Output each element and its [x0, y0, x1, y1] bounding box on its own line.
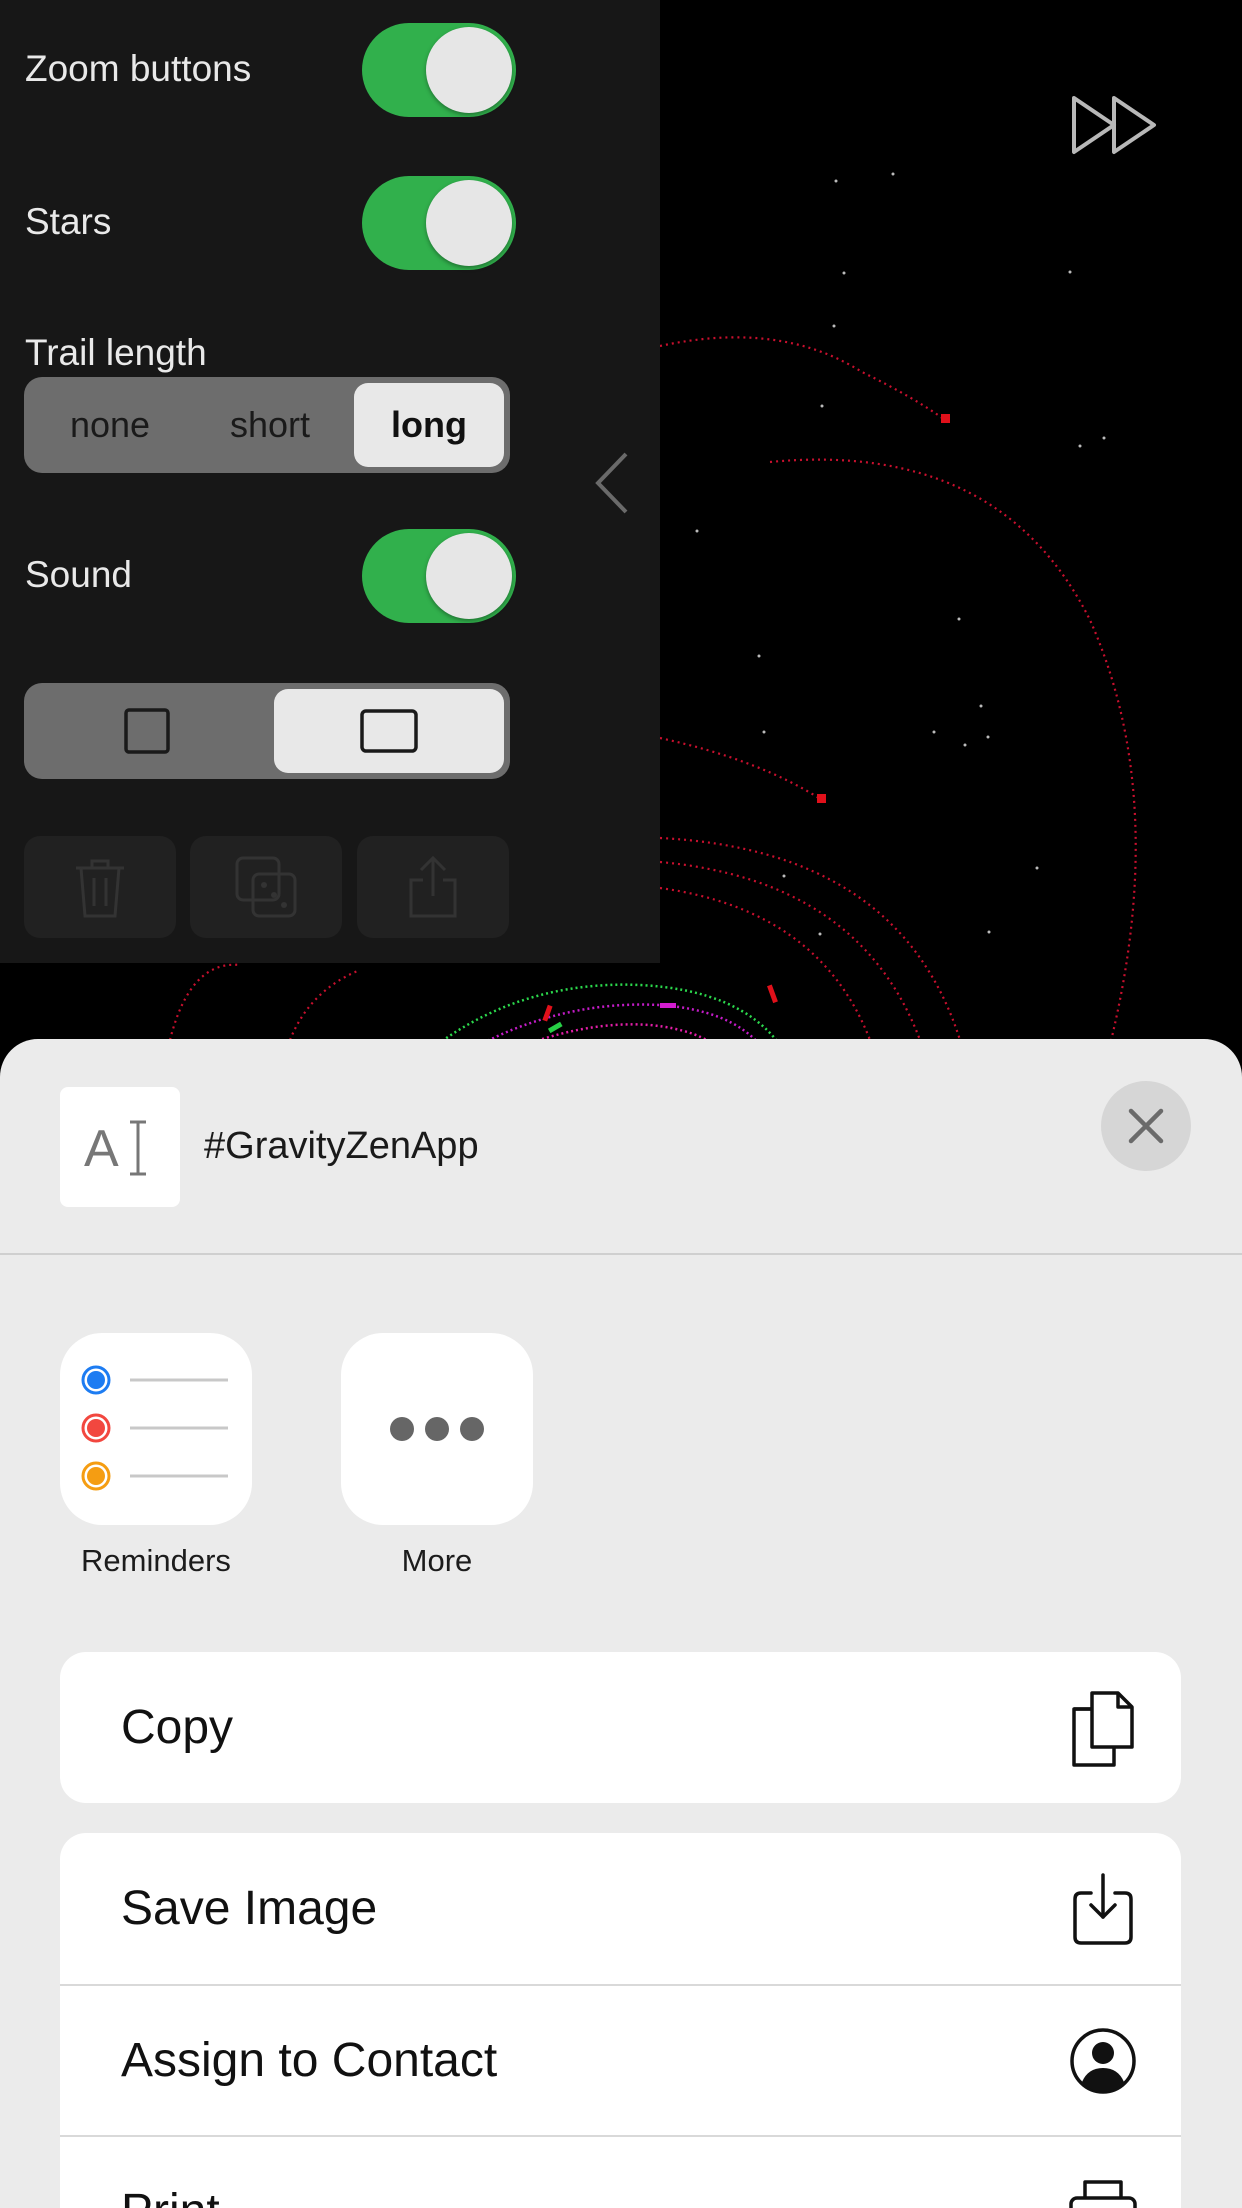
more-app-tile[interactable]	[341, 1333, 533, 1525]
dice-icon	[235, 856, 297, 918]
save-image-action[interactable]: Save Image	[60, 1833, 1181, 1984]
text-cursor-icon: A	[84, 1120, 146, 1178]
share-button[interactable]	[357, 836, 509, 938]
print-action[interactable]: Print	[60, 2135, 1181, 2208]
copy-action-group: Copy	[60, 1652, 1181, 1803]
close-icon	[1128, 1108, 1164, 1144]
more-label: More	[401, 1543, 473, 1578]
toggle-knob	[426, 533, 512, 619]
actions-group: Save Image Assign to Contact Print	[60, 1833, 1181, 2208]
toggle-knob	[426, 27, 512, 113]
toggle-knob	[426, 180, 512, 266]
randomize-button[interactable]	[190, 836, 342, 938]
wide-rectangle-icon	[360, 709, 418, 753]
reminders-label: Reminders	[81, 1543, 231, 1578]
save-image-label: Save Image	[121, 1882, 378, 1935]
trail-length-label: Trail length	[25, 332, 207, 373]
printer-icon	[1065, 2171, 1141, 2208]
assign-to-contact-label: Assign to Contact	[121, 2034, 498, 2087]
fast-forward-icon	[1072, 96, 1156, 154]
sound-label: Sound	[25, 554, 132, 595]
zoom-buttons-label: Zoom buttons	[25, 48, 252, 89]
close-button[interactable]	[1101, 1081, 1191, 1171]
share-title: #GravityZenApp	[204, 1125, 479, 1167]
copy-icon	[1065, 1687, 1141, 1769]
aspect-square-option[interactable]	[30, 689, 264, 773]
share-icon	[409, 855, 457, 918]
share-sheet-header: A #GravityZenApp	[0, 1039, 1242, 1255]
trail-option-none[interactable]: none	[30, 383, 190, 467]
zoom-buttons-toggle[interactable]	[362, 23, 516, 117]
square-icon	[124, 708, 170, 754]
copy-action[interactable]: Copy	[60, 1652, 1181, 1803]
aspect-segmented-control	[24, 683, 510, 779]
collapse-panel-button[interactable]	[588, 448, 636, 518]
print-label: Print	[121, 2184, 220, 2208]
reminders-app-tile[interactable]	[60, 1333, 252, 1525]
more-icon	[390, 1417, 484, 1441]
trail-option-long[interactable]: long	[354, 383, 504, 467]
share-sheet: A #GravityZenApp Reminders More Copy Sav…	[0, 1039, 1242, 2208]
chevron-left-icon	[595, 452, 628, 514]
settings-panel: Zoom buttons Stars Trail length none sho…	[0, 0, 660, 963]
stars-label: Stars	[25, 201, 112, 242]
fast-forward-button[interactable]	[1068, 92, 1164, 158]
contact-icon	[1065, 2020, 1141, 2102]
trail-option-short[interactable]: short	[190, 383, 350, 467]
copy-label: Copy	[121, 1701, 234, 1754]
stars-toggle[interactable]	[362, 176, 516, 270]
download-icon	[1065, 1868, 1141, 1950]
text-preview-thumbnail: A	[60, 1087, 180, 1207]
svg-text:A: A	[84, 1120, 119, 1178]
trail-length-segmented-control: none short long	[24, 377, 510, 473]
aspect-wide-option[interactable]	[274, 689, 504, 773]
trash-icon	[76, 859, 124, 918]
delete-button[interactable]	[24, 836, 176, 938]
sound-toggle[interactable]	[362, 529, 516, 623]
assign-to-contact-action[interactable]: Assign to Contact	[60, 1984, 1181, 2135]
reminders-icon	[81, 1365, 228, 1491]
